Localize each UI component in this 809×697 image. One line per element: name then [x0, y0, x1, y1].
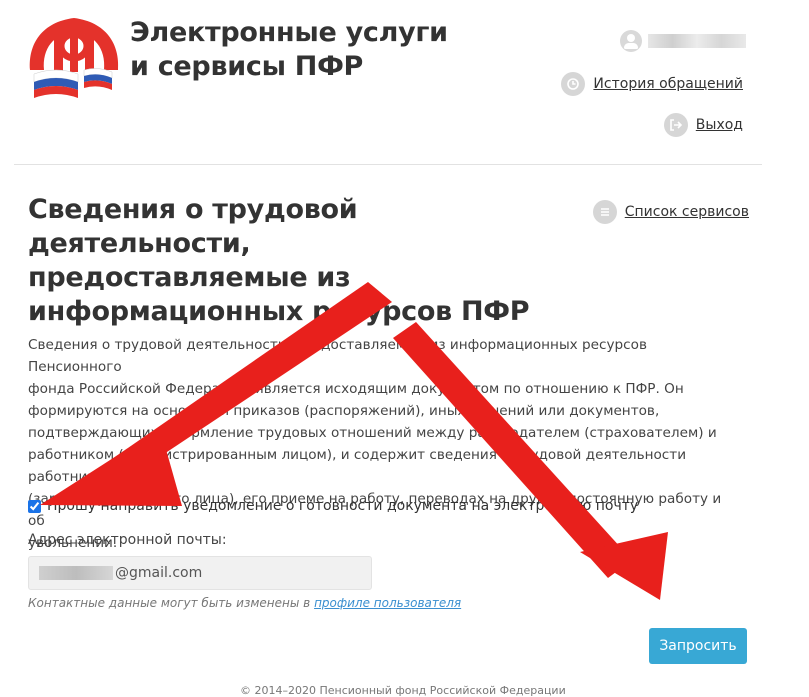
- email-label: Адрес электронной почты:: [28, 532, 227, 548]
- user-avatar-icon: [620, 30, 642, 52]
- email-domain: @gmail.com: [115, 565, 203, 581]
- description-line: фонда Российской Федерации, является исх…: [28, 381, 684, 397]
- submit-button[interactable]: Запросить: [649, 628, 747, 664]
- history-link-label[interactable]: История обращений: [593, 76, 743, 92]
- site-title-line2: и сервисы ПФР: [130, 51, 364, 82]
- page-title-line3: информационных ресурсов ПФР: [28, 296, 530, 327]
- site-title: Электронные услуги и сервисы ПФР: [130, 16, 448, 84]
- page-title: Сведения о трудовой деятельности, предос…: [28, 193, 548, 329]
- user-name-redacted: [648, 34, 746, 48]
- history-icon: [561, 72, 586, 96]
- notify-option[interactable]: Прошу направить уведомление о готовности…: [28, 498, 638, 514]
- logout-link-label[interactable]: Выход: [696, 117, 743, 133]
- description-line: Сведения о трудовой деятельности, предос…: [28, 337, 647, 375]
- site-title-line1: Электронные услуги: [130, 17, 448, 48]
- email-field[interactable]: @gmail.com: [28, 556, 372, 590]
- services-list-link[interactable]: Список сервисов: [592, 200, 749, 224]
- services-list-label[interactable]: Список сервисов: [625, 204, 749, 220]
- service-description: Сведения о трудовой деятельности, предос…: [28, 334, 728, 554]
- description-line: работником (зарегистрированным лицом), и…: [28, 447, 687, 485]
- page-title-line2: предоставляемые из: [28, 262, 351, 293]
- page-title-line1: Сведения о трудовой деятельности,: [28, 194, 358, 259]
- email-username-redacted: [39, 566, 113, 580]
- profile-link[interactable]: профиле пользователя: [314, 596, 461, 610]
- logout-link[interactable]: Выход: [663, 113, 743, 137]
- user-menu[interactable]: [620, 30, 746, 52]
- notify-checkbox[interactable]: [28, 499, 41, 513]
- header-divider: [14, 164, 762, 165]
- description-line: формируются на основании приказов (распо…: [28, 403, 660, 419]
- notify-checkbox-label[interactable]: Прошу направить уведомление о готовности…: [47, 498, 638, 514]
- contact-note-text: Контактные данные могут быть изменены в: [28, 596, 311, 610]
- logout-icon: [663, 113, 688, 137]
- description-line: подтверждающих оформление трудовых отнош…: [28, 425, 717, 441]
- footer-copyright: © 2014–2020 Пенсионный фонд Российской Ф…: [240, 684, 566, 697]
- pfr-logo[interactable]: [24, 8, 124, 100]
- contact-note: Контактные данные могут быть изменены в …: [28, 596, 461, 610]
- history-link[interactable]: История обращений: [561, 72, 743, 96]
- list-icon: [592, 200, 617, 224]
